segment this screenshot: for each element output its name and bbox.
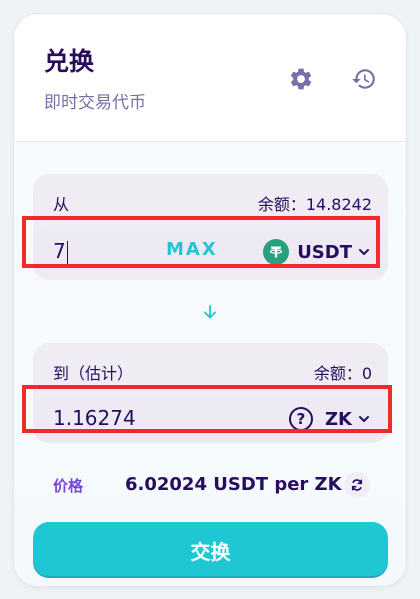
tether-icon (263, 239, 290, 265)
swap-body: 从 余额：14.8242 7 MAX USDT 到（估计） 余额：0 1.162… (14, 143, 406, 586)
swap-card: 兑换 即时交易代币 从 余额：14.8242 7 MAX USDT 到（估计） … (14, 14, 406, 586)
from-amount-value: 7 (53, 239, 66, 263)
to-token-name: ZK (325, 408, 352, 430)
max-button[interactable]: MAX (166, 239, 218, 260)
question-icon: ? (289, 407, 313, 431)
refresh-icon (351, 479, 363, 491)
chevron-down-icon (359, 416, 369, 422)
text-caret (66, 240, 68, 265)
to-label: 到（估计） (53, 364, 134, 383)
chevron-down-icon (359, 249, 369, 255)
arrow-down-icon (204, 305, 216, 319)
from-panel: 从 余额：14.8242 7 MAX USDT (33, 174, 388, 280)
from-label: 从 (53, 195, 70, 214)
from-token-name: USDT (297, 241, 352, 263)
to-balance: 余额：0 (313, 364, 372, 383)
history-button[interactable] (349, 64, 379, 94)
price-value: 6.02024 USDT per ZK (125, 474, 342, 495)
history-icon (352, 69, 375, 89)
from-amount-input[interactable]: 7 (53, 239, 68, 265)
price-label: 价格 (53, 477, 84, 495)
swap-header: 兑换 即时交易代币 (14, 14, 406, 142)
switch-direction-button[interactable] (201, 303, 219, 321)
refresh-price-button[interactable] (344, 472, 370, 498)
swap-button[interactable]: 交换 (33, 522, 388, 578)
to-token-selector[interactable]: ? ZK (289, 403, 370, 435)
page-title: 兑换 (44, 47, 95, 76)
from-token-selector[interactable]: USDT (263, 236, 370, 268)
from-input-row: 7 MAX USDT (33, 226, 388, 278)
to-amount-input[interactable]: 1.16274 (53, 406, 136, 430)
to-panel: 到（估计） 余额：0 1.16274 ? ZK (33, 343, 388, 443)
from-balance: 余额：14.8242 (257, 195, 372, 214)
gear-icon (290, 68, 312, 90)
to-input-row: 1.16274 ? ZK (33, 396, 388, 442)
page-subtitle: 即时交易代币 (44, 93, 146, 113)
settings-button[interactable] (286, 64, 316, 94)
price-row: 价格 6.02024 USDT per ZK (14, 463, 406, 503)
